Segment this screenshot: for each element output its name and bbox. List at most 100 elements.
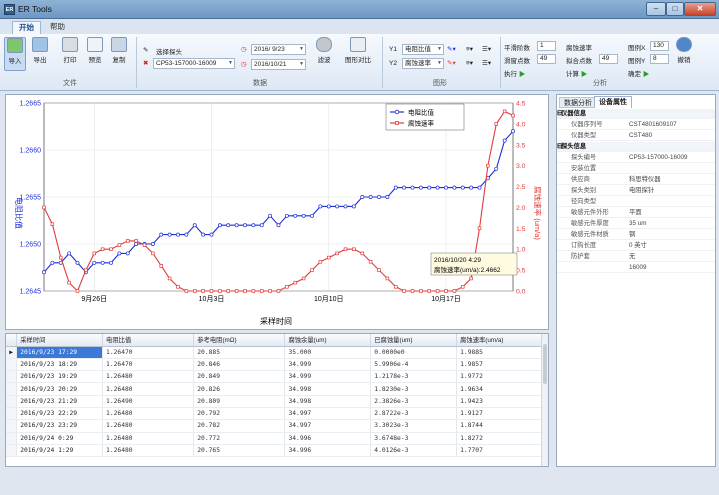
table-cell[interactable]: 2016/9/24 0:29 [16,432,104,445]
preview-button[interactable]: 预览 [84,37,106,64]
row-header[interactable] [6,395,18,408]
legend-y-input[interactable]: 8 [650,54,669,64]
table-row[interactable]: 2016/9/23 18:29 1.26470 20.846 34.999 5.9906… [6,358,543,372]
y1-color-icon[interactable]: ✎▾ [447,45,456,53]
table-cell[interactable]: 3.6748e-3 [370,432,458,445]
chart-legend[interactable]: 电阻比值 腐蚀速率 [385,103,465,131]
print-button[interactable]: 打印 [59,37,81,64]
maximize-button[interactable]: □ [666,2,684,16]
table-cell[interactable]: 1.7707 [456,444,543,458]
table-cell[interactable]: 1.26480 [102,382,195,396]
grid-scrollbar[interactable] [541,334,548,466]
property-row[interactable]: 防护套 无 [557,252,715,262]
table-cell[interactable]: 1.26480 [102,432,195,445]
property-category[interactable]: ⊟ 探头信息 [557,142,715,152]
row-header[interactable] [6,370,18,384]
compare-chart-button[interactable]: 图形对比 [343,37,373,64]
table-cell[interactable]: 34.998 [284,382,372,396]
table-row[interactable]: 2016/9/23 19:29 1.26480 20.849 34.999 1.2178… [6,370,543,384]
property-row[interactable]: 敏感元件材质 钢 [557,230,715,240]
table-cell[interactable]: 2016/9/24 1:29 [16,444,104,458]
table-cell[interactable]: 2016/9/23 23:29 [16,419,104,433]
table-cell[interactable]: 34.997 [284,407,372,421]
table-cell[interactable]: 20.826 [193,382,286,396]
table-cell[interactable]: 20.885 [193,346,286,359]
export-button[interactable]: 导出 [29,37,51,64]
table-cell[interactable]: 34.997 [284,419,372,433]
table-cell[interactable]: 20.849 [193,370,286,384]
tab-data-analysis[interactable]: 数据分析 [559,97,597,108]
column-header[interactable]: 采样时间 [16,334,104,347]
table-cell[interactable]: 1.26480 [102,419,195,433]
minimize-button[interactable]: – [646,2,666,16]
table-cell[interactable]: 34.999 [284,358,372,372]
table-cell[interactable]: 1.26480 [102,370,195,384]
confirm-button[interactable]: 确定 ▶ [628,68,649,78]
table-row[interactable]: 2016/9/23 20:29 1.26480 20.826 34.998 1.8230… [6,382,543,396]
property-category[interactable]: ⊟ 仪器信息 [557,109,715,119]
table-cell[interactable]: 1.26470 [102,346,195,359]
date-to-picker[interactable]: 2016/10/21 ▼ [251,59,306,70]
property-row[interactable]: 径向类型 [557,197,715,207]
row-header[interactable] [6,382,18,396]
table-cell[interactable]: 20.792 [193,407,286,421]
property-row[interactable]: 安装位置 [557,164,715,174]
y2-dropdown[interactable]: 腐蚀速率 ▼ [402,58,444,69]
row-header[interactable] [6,358,18,372]
column-header[interactable]: 腐蚀余量(um) [284,334,372,347]
row-header[interactable] [6,444,18,458]
smooth-points-spinner[interactable]: 49 [537,54,556,64]
execute-button[interactable]: 执行 ▶ [504,68,525,78]
grid-scrollbar-thumb[interactable] [543,344,547,384]
table-cell[interactable]: 2016/9/23 22:29 [16,407,104,421]
table-cell[interactable]: 1.26470 [102,358,195,372]
table-cell[interactable]: 20.772 [193,432,286,445]
property-row[interactable]: 敏感元件厚度 35 um [557,219,715,229]
undo-button[interactable]: 撤销 [672,37,696,64]
clear-probe-icon[interactable]: ✖ [143,59,148,67]
table-row[interactable]: 2016/9/23 21:29 1.26490 20.809 34.998 2.3826… [6,395,543,408]
table-cell[interactable]: 34.998 [284,395,372,408]
y2-linestyle-icon[interactable]: ≡▾ [466,59,473,67]
table-cell[interactable]: 1.9634 [456,382,543,396]
table-cell[interactable]: 2.8722e-3 [370,407,458,421]
table-row[interactable]: 2016/9/23 22:29 1.26480 20.792 34.997 2.8722… [6,407,543,421]
table-cell[interactable]: 1.8744 [456,419,543,433]
fit-points-spinner[interactable]: 49 [599,54,618,64]
table-cell[interactable]: 1.26480 [102,444,195,458]
table-row[interactable]: 2016/9/24 1:29 1.26480 20.765 34.996 4.0126e… [6,444,543,458]
y1-width-icon[interactable]: ☰▾ [482,45,491,53]
tab-help[interactable]: 帮助 [44,21,71,34]
chart-svg[interactable]: 1.26651.26601.26551.26501.2645 4.54.03.5… [6,95,548,329]
table-cell[interactable]: 3.3023e-3 [370,419,458,433]
table-cell[interactable]: 20.782 [193,419,286,433]
table-row[interactable]: ▶ 2016/9/23 17:29 1.26470 20.885 35.000 0.000… [6,346,543,359]
tab-start[interactable]: 开始 [12,21,41,34]
row-header[interactable]: ▶ [6,346,18,359]
table-cell[interactable]: 35.000 [284,346,372,359]
table-cell[interactable]: 1.9127 [456,407,543,421]
table-cell[interactable]: 0.0000e0 [370,346,458,359]
table-cell[interactable]: 1.26480 [102,407,195,421]
table-cell[interactable]: 1.2178e-3 [370,370,458,384]
copy-button[interactable]: 复制 [108,37,130,64]
table-cell[interactable]: 4.0126e-3 [370,444,458,458]
table-cell[interactable]: 34.996 [284,432,372,445]
property-row[interactable]: 订购长度 0 英寸 [557,241,715,251]
y1-dropdown[interactable]: 电阻比值 ▼ [402,44,444,55]
property-row[interactable]: 仪器序列号 CST4801609107 [557,120,715,130]
select-probe-label[interactable]: 选择探头 [156,46,182,56]
property-row[interactable]: 供应商 科思特仪器 [557,175,715,185]
property-row[interactable]: 敏感元件外形 平面 [557,208,715,218]
table-cell[interactable]: 2.3826e-3 [370,395,458,408]
legend-x-input[interactable]: 130 [650,41,669,51]
property-row[interactable]: 仪器类型 CST480 [557,131,715,141]
table-row[interactable]: 2016/9/23 23:29 1.26480 20.782 34.997 3.3023… [6,419,543,433]
table-cell[interactable]: 1.9772 [456,370,543,384]
table-cell[interactable]: 1.26490 [102,395,195,408]
calc-button[interactable]: 计算 ▶ [566,68,587,78]
data-table[interactable]: 采样时间 电阻比值 参考电阻(mΩ) 腐蚀余量(um) 已腐蚀量(um) 腐蚀速率(um/… [6,334,543,458]
probe-dropdown[interactable]: CP53-157000-16009 ▼ [153,58,235,69]
import-button[interactable]: 导入 [4,37,26,71]
table-cell[interactable]: 20.765 [193,444,286,458]
